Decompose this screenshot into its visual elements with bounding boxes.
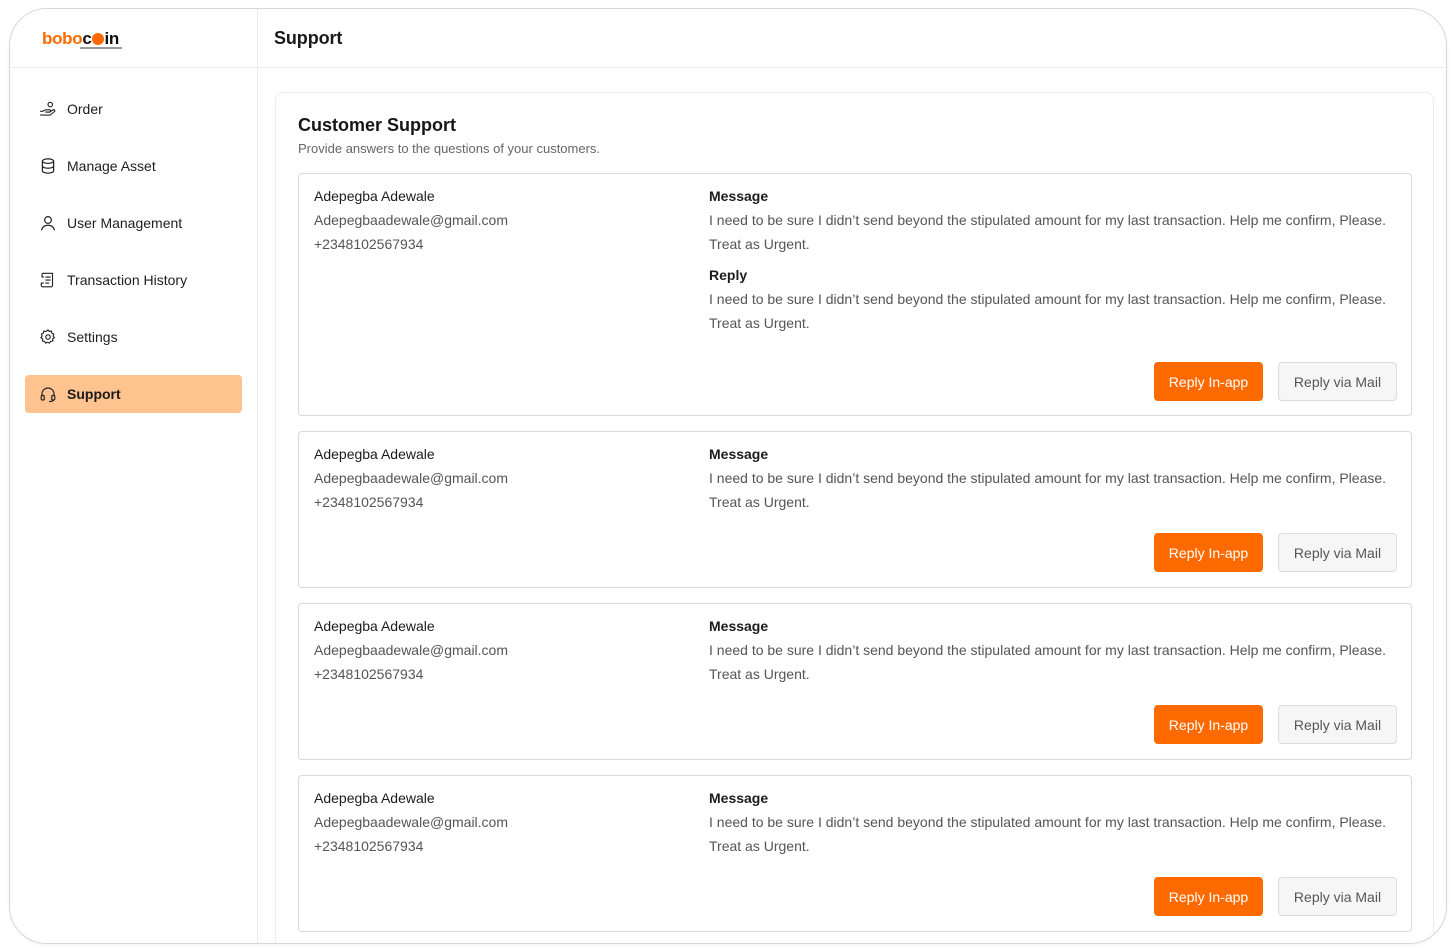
customer-email: Adepegbaadewale@gmail.com [314,642,508,658]
gear-icon [39,328,57,346]
brand-logo[interactable]: boboc in [42,30,122,49]
message-text: I need to be sure I didn’t send beyond t… [709,642,1387,682]
hand-coins-icon [39,100,57,118]
reply-via-mail-button[interactable]: Reply via Mail [1278,362,1397,401]
message-text: I need to be sure I didn’t send beyond t… [709,814,1387,854]
reply-in-app-button[interactable]: Reply In-app [1154,705,1263,744]
sidebar: boboc in Order Manage Asset User Managem… [10,9,258,943]
customer-name: Adepegba Adewale [314,446,435,462]
reply-label: Reply [709,267,748,283]
message-label: Message [709,790,769,806]
ticket-content: Message I need to be sure I didn’t send … [709,446,1409,514]
sidebar-item-label: User Management [67,215,183,231]
sidebar-item-transaction-history[interactable]: Transaction History [25,261,242,299]
message-text: I need to be sure I didn’t send beyond t… [709,470,1387,510]
sidebar-nav: Order Manage Asset User Management Trans… [10,68,257,413]
section-title: Customer Support [298,115,457,135]
customer-email: Adepegbaadewale@gmail.com [314,470,508,486]
support-ticket: Adepegba Adewale Adepegbaadewale@gmail.c… [298,173,1412,416]
customer-phone: +2348102567934 [314,666,424,682]
message-text: I need to be sure I didn’t send beyond t… [709,212,1387,252]
receipt-icon [39,271,57,289]
sidebar-item-label: Transaction History [67,272,188,288]
sidebar-item-label: Settings [67,329,118,345]
user-icon [39,214,57,232]
ticket-content: Message I need to be sure I didn’t send … [709,790,1409,858]
message-label: Message [709,446,769,462]
sidebar-item-label: Support [67,386,121,402]
customer-name: Adepegba Adewale [314,188,435,204]
app-window: boboc in Order Manage Asset User Managem… [9,8,1447,944]
customer-name: Adepegba Adewale [314,790,435,806]
sidebar-item-support[interactable]: Support [25,375,242,413]
sidebar-item-label: Manage Asset [67,158,156,174]
customer-phone: +2348102567934 [314,494,424,510]
reply-via-mail-button[interactable]: Reply via Mail [1278,877,1397,916]
sidebar-item-user-management[interactable]: User Management [25,204,242,242]
message-label: Message [709,188,769,204]
support-ticket: Adepegba Adewale Adepegbaadewale@gmail.c… [298,775,1412,932]
logo-row: boboc in [10,9,257,68]
header: Support [258,9,1446,68]
section-subtitle: Provide answers to the questions of your… [298,141,601,156]
database-icon [39,157,57,175]
support-ticket: Adepegba Adewale Adepegbaadewale@gmail.c… [298,431,1412,588]
sidebar-item-label: Order [67,101,103,117]
headset-icon [39,385,57,403]
logo-tagline [80,46,122,49]
message-label: Message [709,618,769,634]
customer-phone: +2348102567934 [314,236,424,252]
support-ticket: Adepegba Adewale Adepegbaadewale@gmail.c… [298,603,1412,760]
customer-email: Adepegbaadewale@gmail.com [314,814,508,830]
reply-in-app-button[interactable]: Reply In-app [1154,362,1263,401]
reply-in-app-button[interactable]: Reply In-app [1154,533,1263,572]
coin-logo-icon [91,32,104,45]
sidebar-item-manage-asset[interactable]: Manage Asset [25,147,242,185]
page-title: Support [274,27,343,48]
ticket-content: Message I need to be sure I didn’t send … [709,618,1409,686]
customer-name: Adepegba Adewale [314,618,435,634]
reply-via-mail-button[interactable]: Reply via Mail [1278,705,1397,744]
reply-in-app-button[interactable]: Reply In-app [1154,877,1263,916]
customer-email: Adepegbaadewale@gmail.com [314,212,508,228]
customer-phone: +2348102567934 [314,838,424,854]
sidebar-item-order[interactable]: Order [25,90,242,128]
reply-via-mail-button[interactable]: Reply via Mail [1278,533,1397,572]
sidebar-item-settings[interactable]: Settings [25,318,242,356]
ticket-content: Message I need to be sure I didn’t send … [709,188,1409,335]
customer-support-panel: Customer Support Provide answers to the … [275,92,1434,943]
reply-text: I need to be sure I didn’t send beyond t… [709,291,1387,331]
